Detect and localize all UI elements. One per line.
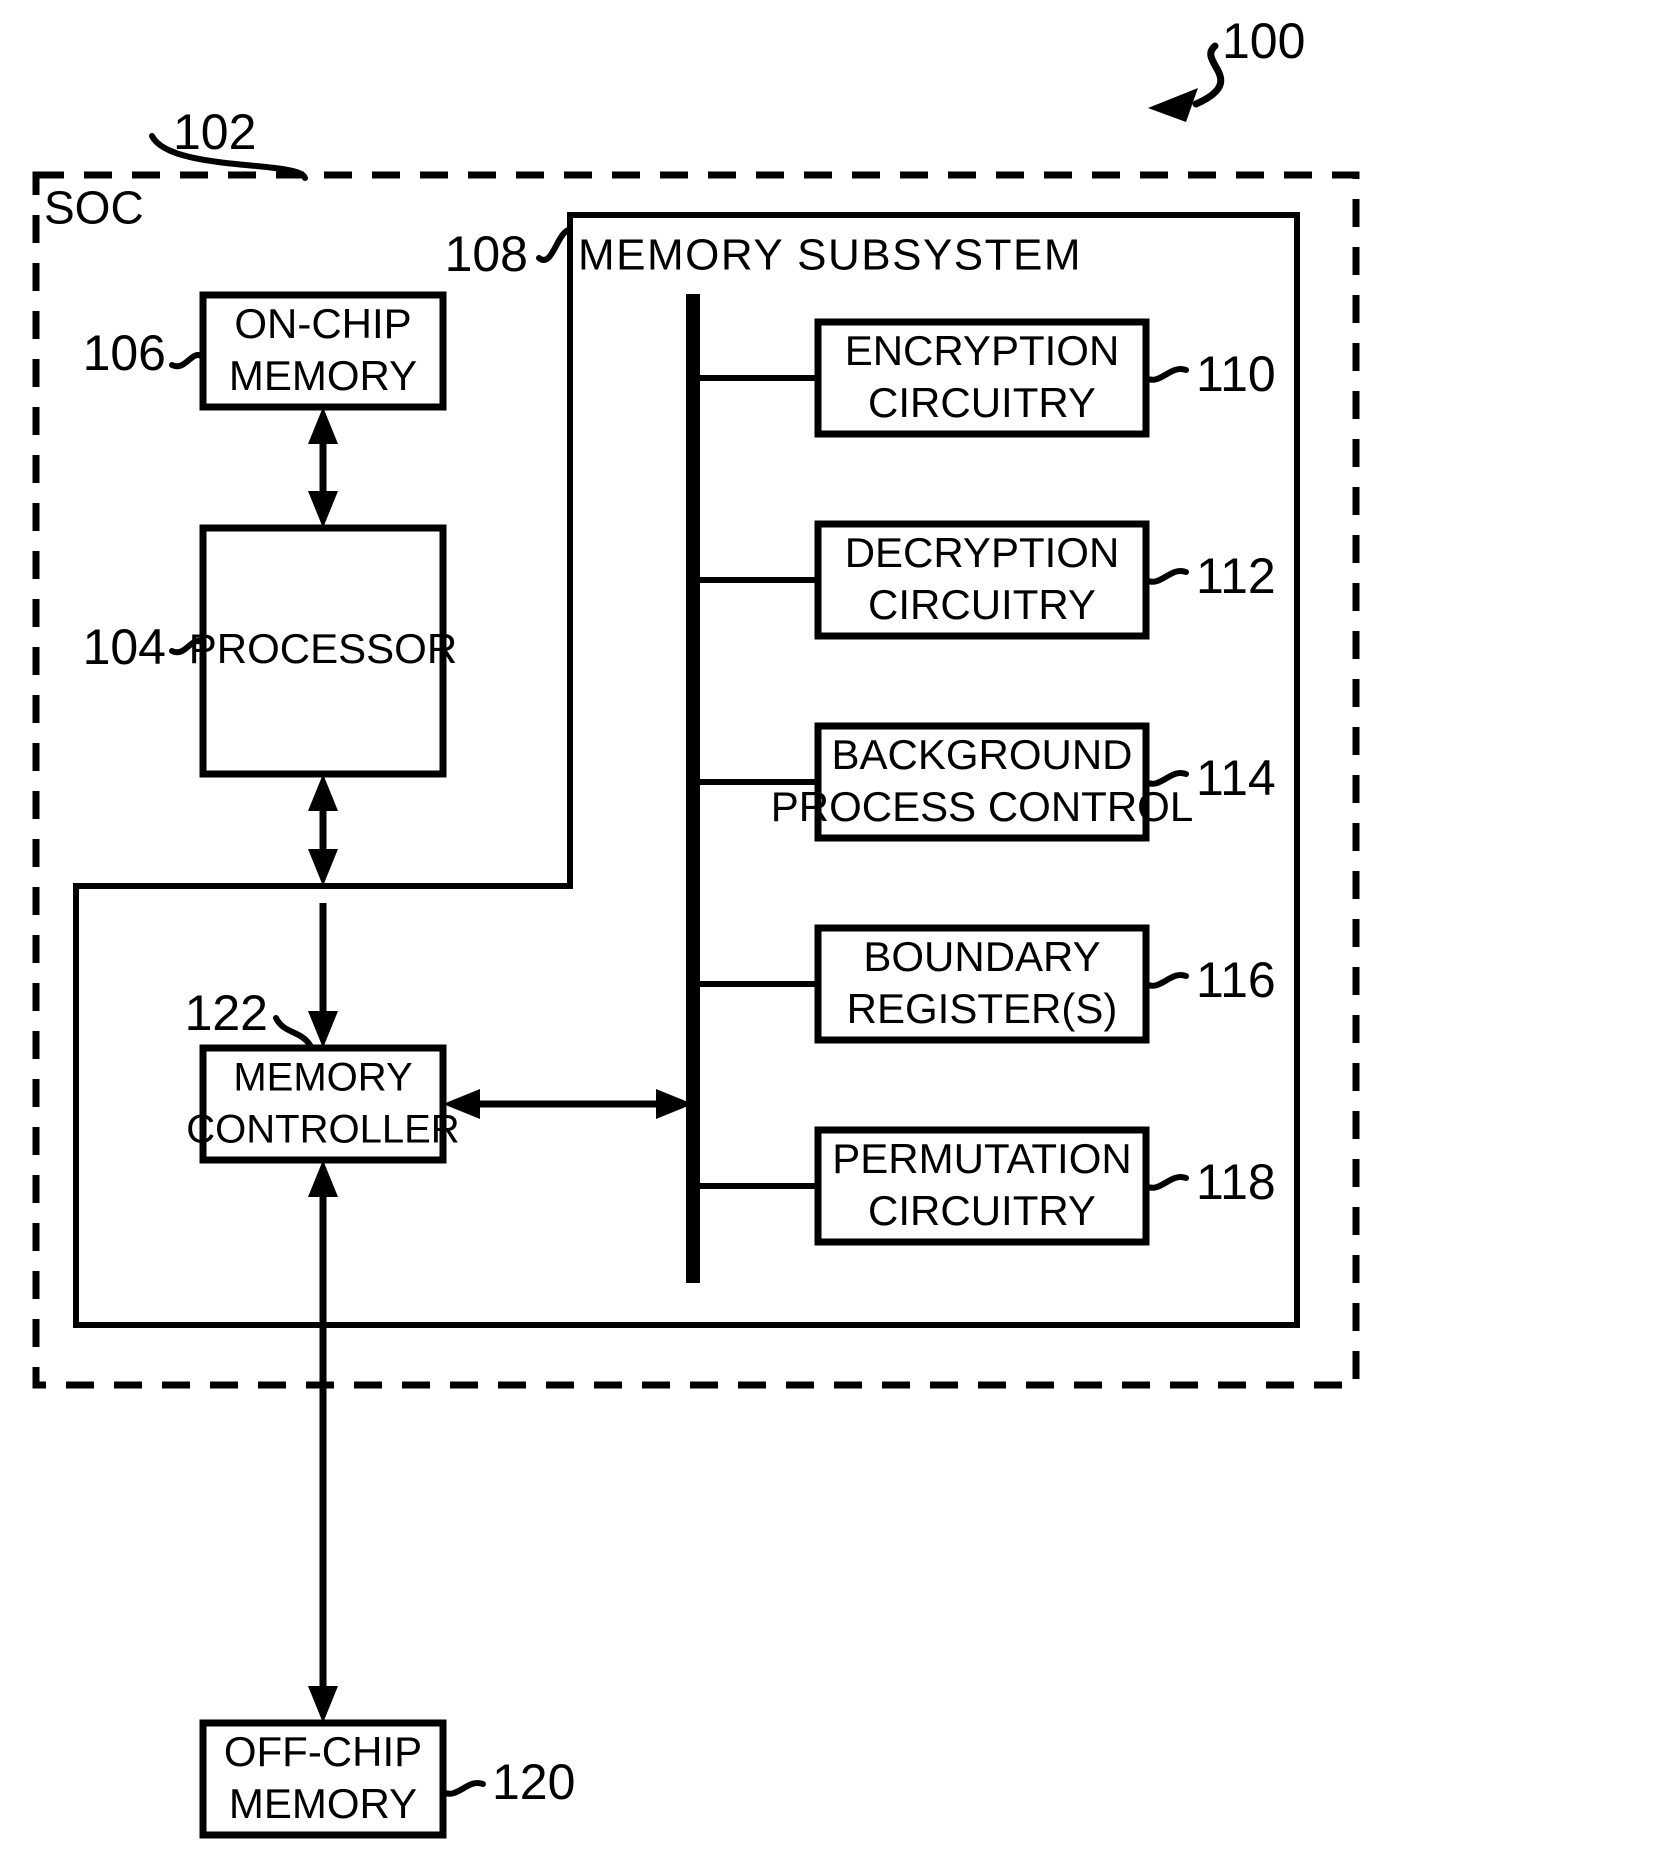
ref-100: 100 xyxy=(1222,13,1305,69)
on-chip-memory-line1: ON-CHIP xyxy=(234,300,411,347)
permutation-circuitry-line1: PERMUTATION xyxy=(832,1135,1131,1182)
ref-106: 106 xyxy=(83,325,166,381)
leader-108 xyxy=(536,227,571,263)
ref-104: 104 xyxy=(83,619,166,675)
on-chip-memory-line2: MEMORY xyxy=(229,352,417,399)
boundary-registers-line1: BOUNDARY xyxy=(863,933,1100,980)
decryption-circuitry-line1: DECRYPTION xyxy=(845,529,1120,576)
ref-112: 112 xyxy=(1196,548,1276,604)
ref-120: 120 xyxy=(492,1754,575,1810)
leader-100-arrow xyxy=(1192,42,1225,108)
arrowhead-processor-up xyxy=(308,774,338,811)
leader-110 xyxy=(1143,365,1189,383)
arrowhead-mc-up xyxy=(308,1160,338,1197)
patent-figure-canvas: SOC MEMORY SUBSYSTEM 100 102 108 106 104… xyxy=(0,0,1678,1875)
leader-106 xyxy=(169,352,206,370)
encryption-circuitry-line2: CIRCUITRY xyxy=(868,379,1096,426)
memory-controller-line1: MEMORY xyxy=(233,1056,412,1100)
ref-114: 114 xyxy=(1196,750,1276,806)
figure-svg: SOC MEMORY SUBSYSTEM 100 102 108 106 104… xyxy=(32,13,1360,1839)
off-chip-memory-line2: MEMORY xyxy=(229,1780,417,1827)
leader-120 xyxy=(440,1779,486,1797)
arrowhead-mc-down xyxy=(308,1011,338,1048)
arrowhead-processor-down xyxy=(308,491,338,528)
off-chip-memory-line1: OFF-CHIP xyxy=(224,1728,422,1775)
encryption-circuitry-line1: ENCRYPTION xyxy=(845,327,1120,374)
ref-110: 110 xyxy=(1196,346,1276,402)
processor-label: PROCESSOR xyxy=(189,625,457,672)
leader-112 xyxy=(1143,567,1189,585)
memory-subsystem-label: MEMORY SUBSYSTEM xyxy=(578,231,1082,280)
ref-118: 118 xyxy=(1196,1154,1276,1210)
ref-108: 108 xyxy=(445,226,528,282)
ref-102: 102 xyxy=(173,104,256,160)
leader-116 xyxy=(1143,971,1189,989)
ref-116: 116 xyxy=(1196,952,1276,1008)
background-process-control-line2: PROCESS CONTROL xyxy=(771,783,1193,830)
arrowhead-offchip-down xyxy=(308,1686,338,1723)
arrowhead-subsystem-down xyxy=(308,849,338,886)
arrowhead-ocm-up xyxy=(308,407,338,444)
decryption-circuitry-line2: CIRCUITRY xyxy=(868,581,1096,628)
boundary-registers-line2: REGISTER(S) xyxy=(847,985,1118,1032)
leader-118 xyxy=(1143,1173,1189,1191)
leader-122 xyxy=(273,1015,313,1048)
ref-122: 122 xyxy=(185,985,268,1041)
permutation-circuitry-line2: CIRCUITRY xyxy=(868,1187,1096,1234)
background-process-control-line1: BACKGROUND xyxy=(831,731,1132,778)
memory-controller-line2: CONTROLLER xyxy=(186,1108,459,1152)
arrowhead-100 xyxy=(1148,88,1198,122)
soc-label: SOC xyxy=(44,182,144,234)
